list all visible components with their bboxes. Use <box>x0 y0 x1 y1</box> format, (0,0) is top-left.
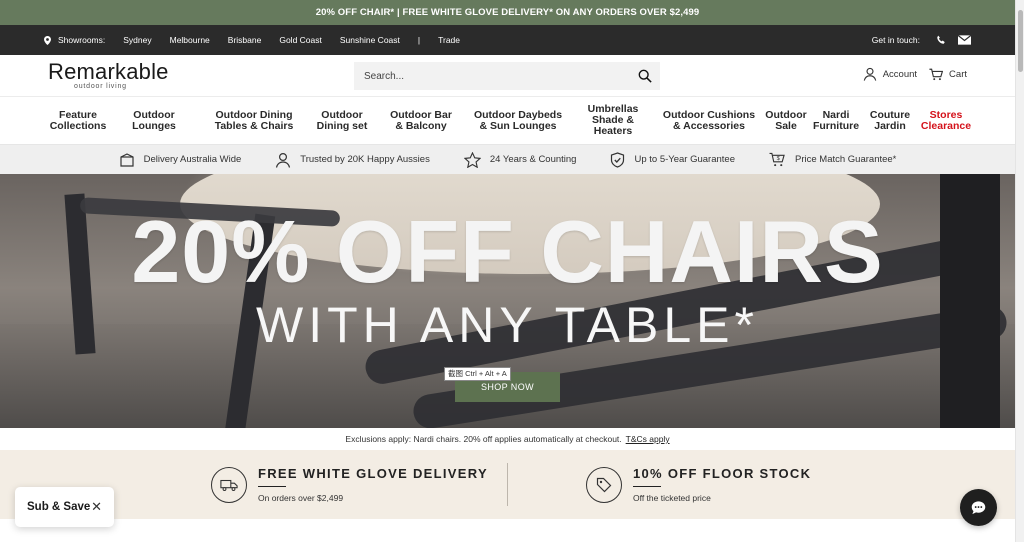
usp-bar: Delivery Australia Wide Trusted by 20K H… <box>0 145 1015 174</box>
utility-bar: Showrooms: Sydney Melbourne Brisbane Gol… <box>0 25 1015 55</box>
account-label: Account <box>882 68 918 80</box>
shield-check-icon <box>611 151 625 168</box>
showrooms-label: Showrooms: <box>58 35 106 45</box>
sub-and-save-label[interactable]: Sub & Save <box>27 501 90 513</box>
showroom-link-brisbane[interactable]: Brisbane <box>228 35 262 45</box>
tag-icon <box>586 466 622 503</box>
account-button[interactable]: Account <box>863 67 917 81</box>
usp-price-match: $ Price Match Guarantee* <box>769 152 896 167</box>
nav-item-outdoor-cushions-accessories[interactable]: Outdoor Cushions & Accessories <box>660 109 758 132</box>
nav-item-outdoor-dining-set[interactable]: Outdoor Dining set <box>310 109 374 132</box>
logo[interactable]: Remarkable outdoor living <box>48 59 248 91</box>
scrollbar-thumb[interactable] <box>1018 10 1023 72</box>
cart-label: Cart <box>949 68 967 80</box>
promo-text[interactable]: 20% OFF CHAIR* | FREE WHITE GLOVE DELIVE… <box>316 7 699 18</box>
star-icon <box>463 151 481 168</box>
page: 20% OFF CHAIR* | FREE WHITE GLOVE DELIVE… <box>0 0 1015 542</box>
sub-and-save-widget[interactable]: Sub & Save ✕ <box>15 487 114 527</box>
chat-button[interactable] <box>960 489 997 526</box>
offers-divider <box>507 463 508 506</box>
price-cart-icon: $ <box>769 152 785 167</box>
offer-floor-stock-desc: Off the ticketed price <box>633 493 711 504</box>
close-icon[interactable]: ✕ <box>91 499 102 515</box>
search-icon[interactable] <box>638 69 652 83</box>
search-bar[interactable] <box>354 62 660 90</box>
header-actions: Account Cart <box>851 67 967 81</box>
tcs-link[interactable]: T&Cs apply <box>626 434 670 444</box>
cart-icon <box>929 68 944 80</box>
user-icon <box>276 152 291 168</box>
usp-trusted: Trusted by 20K Happy Aussies <box>275 152 430 168</box>
logo-tagline: outdoor living <box>74 83 127 90</box>
utility-separator: | <box>417 35 421 45</box>
hero-banner[interactable]: 20% OFF CHAIRS WITH ANY TABLE* SHOP NOW … <box>0 174 1015 428</box>
offers-strip: FREE WHITE GLOVE DELIVERY On orders over… <box>0 450 1015 519</box>
usp-delivery-text: Delivery Australia Wide <box>143 154 242 165</box>
nav-item-couture-jardin[interactable]: Couture Jardin <box>868 109 912 132</box>
nav-item-outdoor-sale[interactable]: Outdoor Sale <box>764 109 808 132</box>
nav-item-umbrellas-shade-heaters[interactable]: Umbrellas Shade & Heaters <box>584 104 642 137</box>
usp-delivery: Delivery Australia Wide <box>119 152 242 168</box>
user-icon <box>863 67 876 81</box>
offer-delivery[interactable]: FREE WHITE GLOVE DELIVERY On orders over… <box>211 450 488 519</box>
usp-guarantee: Up to 5-Year Guarantee <box>610 151 735 168</box>
showroom-link-sydney[interactable]: Sydney <box>123 35 151 45</box>
exclusions-notice: Exclusions apply: Nardi chairs. 20% off … <box>0 428 1015 450</box>
offer-delivery-title: FREE WHITE GLOVE DELIVERY <box>258 465 488 481</box>
svg-text:$: $ <box>777 156 781 162</box>
showroom-link-gold-coast[interactable]: Gold Coast <box>279 35 322 45</box>
hero-subheadline: WITH ANY TABLE* <box>256 297 759 353</box>
exclusions-text: Exclusions apply: Nardi chairs. 20% off … <box>345 434 622 444</box>
showroom-link-melbourne[interactable]: Melbourne <box>170 35 210 45</box>
offer-floor-stock[interactable]: 10% OFF FLOOR STOCK Off the ticketed pri… <box>586 450 811 519</box>
phone-icon[interactable] <box>936 35 946 45</box>
promo-bar[interactable]: 20% OFF CHAIR* | FREE WHITE GLOVE DELIVE… <box>0 0 1015 25</box>
cart-button[interactable]: Cart <box>929 68 967 81</box>
nav-item-outdoor-dining-tables-chairs[interactable]: Outdoor Dining Tables & Chairs <box>206 109 302 132</box>
nav-item-nardi-furniture[interactable]: Nardi Furniture <box>812 109 860 132</box>
chat-bubble-icon <box>971 500 986 514</box>
usp-years-text: 24 Years & Counting <box>489 154 577 165</box>
nav-item-outdoor-bar-balcony[interactable]: Outdoor Bar & Balcony <box>386 109 456 132</box>
main-nav: Feature Collections Outdoor Lounges Outd… <box>0 97 1015 145</box>
email-icon[interactable] <box>958 35 971 45</box>
site-header: Remarkable outdoor living Account Cart <box>0 55 1015 97</box>
hero-headline: 20% OFF CHAIRS <box>131 202 884 301</box>
nav-item-stores-clearance[interactable]: Stores Clearance <box>920 109 972 132</box>
page-scrollbar[interactable] <box>1015 0 1024 542</box>
nav-item-outdoor-lounges[interactable]: Outdoor Lounges <box>118 109 190 132</box>
usp-trusted-text: Trusted by 20K Happy Aussies <box>300 154 430 165</box>
search-input[interactable] <box>364 70 638 82</box>
box-icon <box>120 152 134 167</box>
logo-brand: Remarkable <box>48 59 169 84</box>
usp-price-match-text: Price Match Guarantee* <box>795 154 897 165</box>
offer-floor-stock-title: 10% OFF FLOOR STOCK <box>633 465 812 481</box>
showroom-link-sunshine-coast[interactable]: Sunshine Coast <box>340 35 400 45</box>
usp-years: 24 Years & Counting <box>463 151 577 168</box>
contact-label: Get in touch: <box>871 35 920 45</box>
trade-link[interactable]: Trade <box>438 35 460 45</box>
usp-guarantee-text: Up to 5-Year Guarantee <box>634 154 735 165</box>
map-pin-icon <box>44 35 51 45</box>
nav-item-feature-collections[interactable]: Feature Collections <box>44 109 112 132</box>
truck-icon <box>211 466 247 503</box>
nav-item-outdoor-daybeds-sun-lounges[interactable]: Outdoor Daybeds & Sun Lounges <box>470 109 566 132</box>
screenshot-shortcut-tooltip: 截图 Ctrl + Alt + A <box>444 367 511 381</box>
offer-delivery-desc: On orders over $2,499 <box>258 493 344 504</box>
